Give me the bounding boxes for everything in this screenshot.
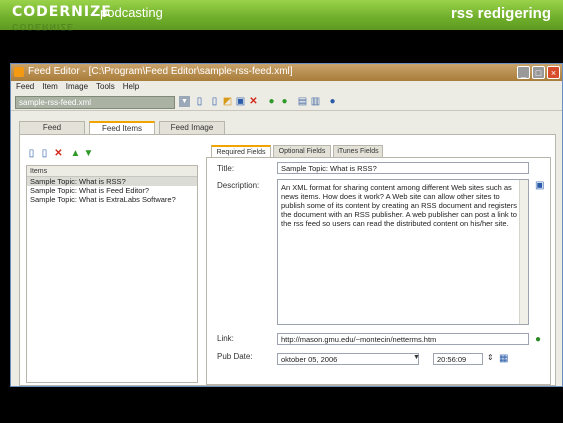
feed-items-panel: ▯ ▯ ✕ ▲ ▼ Items Sample Topic: What is RS… [19,134,556,386]
tab-feed[interactable]: Feed [19,121,85,134]
maximize-button[interactable]: □ [532,66,545,79]
title-field[interactable]: Sample Topic: What is RSS? [277,162,529,174]
search-icon[interactable]: ▥ [310,96,321,107]
list-item[interactable]: Sample Topic: What is Feed Editor? [27,186,197,195]
feed-file-select[interactable]: sample-rss-feed.xml [15,96,175,109]
delete-item-icon[interactable]: ✕ [53,148,64,159]
link-field[interactable]: http://mason.gmu.edu/~montecin/netterms.… [277,333,529,345]
link-label: Link: [217,334,234,343]
items-column-header[interactable]: Items [27,166,197,177]
move-down-icon[interactable]: ▼ [83,148,94,159]
menu-help[interactable]: Help [123,82,139,93]
new-document-icon[interactable]: ▯ [194,96,205,107]
delete-icon[interactable]: ✕ [248,96,259,107]
close-button[interactable]: × [547,66,560,79]
app-icon [14,67,24,77]
description-field[interactable]: An XML format for sharing content among … [277,179,529,325]
info-icon[interactable]: ● [327,96,338,107]
green-circle-icon[interactable]: ● [266,96,277,107]
pubdate-time-field[interactable]: 20:56:09 [433,353,483,365]
description-label: Description: [217,181,260,190]
preview-icon[interactable]: ▤ [297,96,308,107]
window-titlebar[interactable]: Feed Editor - [C:\Program\Feed Editor\sa… [11,64,562,81]
menu-feed[interactable]: Feed [16,82,34,93]
items-toolbar: ▯ ▯ ✕ ▲ ▼ [26,145,198,159]
window-title: Feed Editor - [C:\Program\Feed Editor\sa… [28,66,293,77]
dropdown-arrow-icon[interactable]: ▼ [179,96,190,107]
new-item-icon[interactable]: ▯ [26,148,37,159]
minimize-button[interactable]: _ [517,66,530,79]
feed-editor-window: Feed Editor - [C:\Program\Feed Editor\sa… [10,63,563,387]
tab-itunes-fields[interactable]: iTunes Fields [333,145,383,157]
edit-description-icon[interactable]: ▣ [535,180,544,191]
brand-reflection: CODERNIZE [12,22,75,32]
item-editor-pane: Required Fields Optional Fields iTunes F… [206,145,551,385]
items-list: Items Sample Topic: What is RSS? Sample … [26,165,198,383]
slide-title: rss redigering [450,5,551,22]
move-up-icon[interactable]: ▲ [70,148,81,159]
save-icon[interactable]: ▣ [235,96,246,107]
brand-logo: CODERNIZE [12,4,112,20]
description-text: An XML format for sharing content among … [281,183,517,228]
slide-header: CODERNIZE podcasting CODERNIZE rss redig… [0,0,563,32]
tab-feed-items[interactable]: Feed Items [89,121,155,134]
items-pane: ▯ ▯ ✕ ▲ ▼ Items Sample Topic: What is RS… [26,145,198,385]
brand-suffix: podcasting [100,5,163,20]
tab-feed-image[interactable]: Feed Image [159,121,225,134]
list-item[interactable]: Sample Topic: What is ExtraLabs Software… [27,195,197,204]
description-scrollbar[interactable] [519,180,528,324]
open-link-icon[interactable]: ● [535,334,541,345]
tab-optional-fields[interactable]: Optional Fields [273,145,331,157]
copy-item-icon[interactable]: ▯ [39,148,50,159]
calendar-icon[interactable]: ▦ [499,353,508,364]
green-circle-icon[interactable]: ● [279,96,290,107]
menu-bar: Feed Item Image Tools Help [11,81,562,93]
new-file-icon[interactable]: ▯ [209,96,220,107]
list-item[interactable]: Sample Topic: What is RSS? [27,177,197,186]
menu-item[interactable]: Item [42,82,58,93]
time-spinner-icon[interactable]: ⇕ [487,353,494,362]
required-fields-form: Title: Sample Topic: What is RSS? Descri… [206,157,551,385]
pubdate-label: Pub Date: [217,352,253,361]
pubdate-date-picker[interactable]: oktober 05, 2006 [277,353,419,365]
open-folder-icon[interactable]: ◩ [222,96,233,107]
tab-required-fields[interactable]: Required Fields [211,145,271,157]
menu-tools[interactable]: Tools [96,82,115,93]
main-toolbar: sample-rss-feed.xml ▼ ▯ ▯ ◩ ▣ ✕ ● ● ▤ ▥ … [11,93,562,111]
menu-image[interactable]: Image [66,82,88,93]
bottom-black-band [0,387,563,423]
date-dropdown-icon[interactable]: ▼ [413,354,420,361]
title-label: Title: [217,164,235,173]
